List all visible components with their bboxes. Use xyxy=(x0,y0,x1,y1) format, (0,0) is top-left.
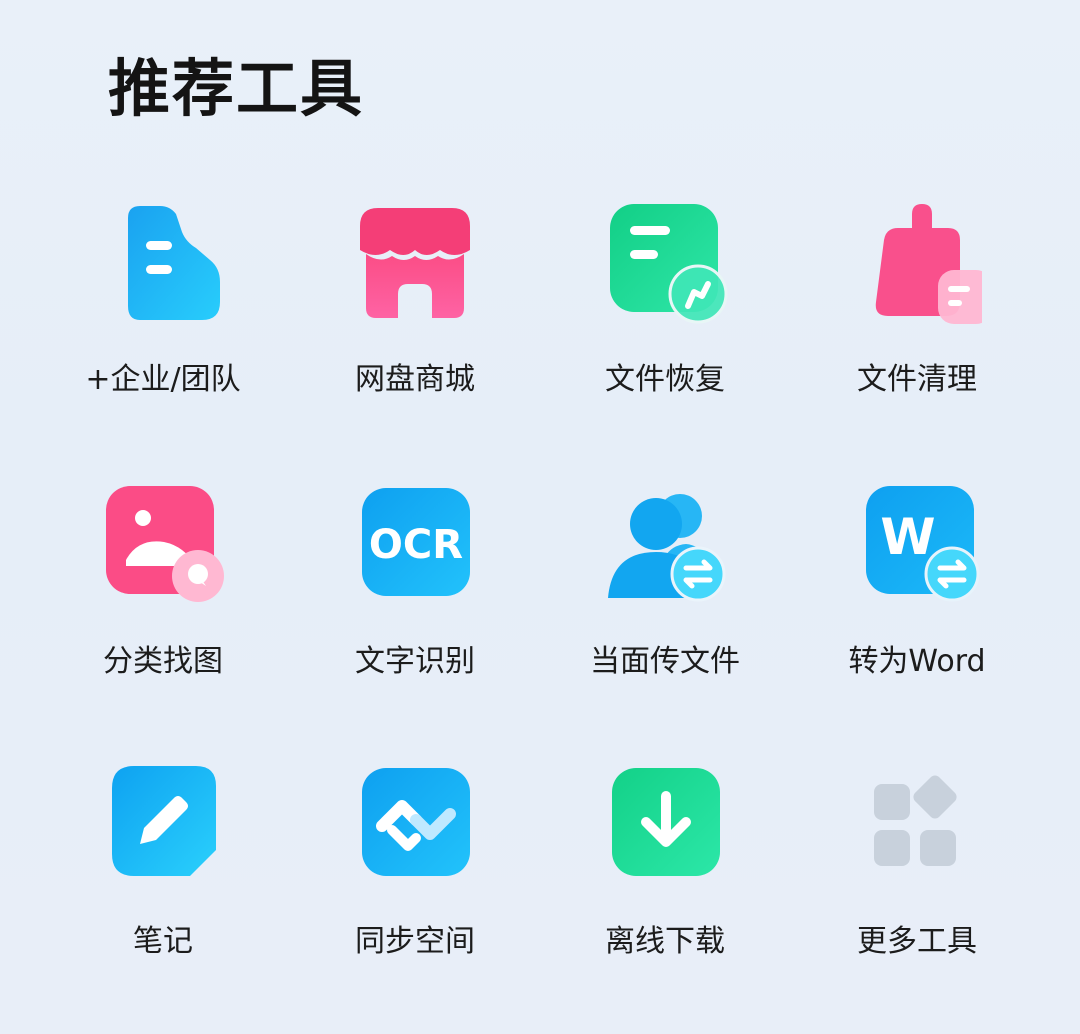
tool-label: 笔记 xyxy=(133,924,193,959)
tool-enterprise-team[interactable]: +企业/团队 xyxy=(38,198,288,408)
notes-icon xyxy=(98,760,228,890)
tool-label: 离线下载 xyxy=(605,924,725,959)
tool-label: 网盘商城 xyxy=(355,362,475,397)
tool-label: 同步空间 xyxy=(355,924,475,959)
tool-offline-download[interactable]: 离线下载 xyxy=(540,760,790,970)
store-icon xyxy=(350,198,480,328)
tool-label: 文件恢复 xyxy=(605,362,725,397)
tool-label: 文字识别 xyxy=(355,644,475,679)
tool-label: 文件清理 xyxy=(857,362,977,397)
tool-notes[interactable]: 笔记 xyxy=(38,760,288,970)
tool-store[interactable]: 网盘商城 xyxy=(290,198,540,408)
photo-category-icon xyxy=(98,480,228,610)
tool-label: 分类找图 xyxy=(103,644,223,679)
tool-sync-space[interactable]: 同步空间 xyxy=(290,760,540,970)
ocr-text: OCR xyxy=(369,522,463,568)
enterprise-team-icon xyxy=(98,198,228,328)
convert-to-word-icon: W xyxy=(852,480,982,610)
tool-convert-to-word[interactable]: W 转为Word xyxy=(792,480,1042,690)
offline-download-icon xyxy=(600,760,730,890)
sync-space-icon xyxy=(350,760,480,890)
tool-label: +企业/团队 xyxy=(85,362,241,397)
tool-file-cleanup[interactable]: 文件清理 xyxy=(792,198,1042,408)
tool-label: 更多工具 xyxy=(857,924,977,959)
word-w-text: W xyxy=(880,508,935,566)
tool-face-to-face-transfer[interactable]: 当面传文件 xyxy=(540,480,790,690)
tool-ocr[interactable]: OCR 文字识别 xyxy=(290,480,540,690)
face-to-face-transfer-icon xyxy=(600,480,730,610)
ocr-icon: OCR xyxy=(350,480,480,610)
tool-more-tools[interactable]: 更多工具 xyxy=(792,760,1042,970)
tools-grid: +企业/团队 网盘商城 文件恢复 文件清理 分类找图 OCR 文字识别 当面传文… xyxy=(0,0,1080,1034)
tool-label: 转为Word xyxy=(848,644,986,679)
tool-photo-category[interactable]: 分类找图 xyxy=(38,480,288,690)
tool-file-recovery[interactable]: 文件恢复 xyxy=(540,198,790,408)
tool-label: 当面传文件 xyxy=(590,644,740,679)
file-cleanup-icon xyxy=(852,198,982,328)
more-tools-icon xyxy=(852,760,982,890)
file-recovery-icon xyxy=(600,198,730,328)
